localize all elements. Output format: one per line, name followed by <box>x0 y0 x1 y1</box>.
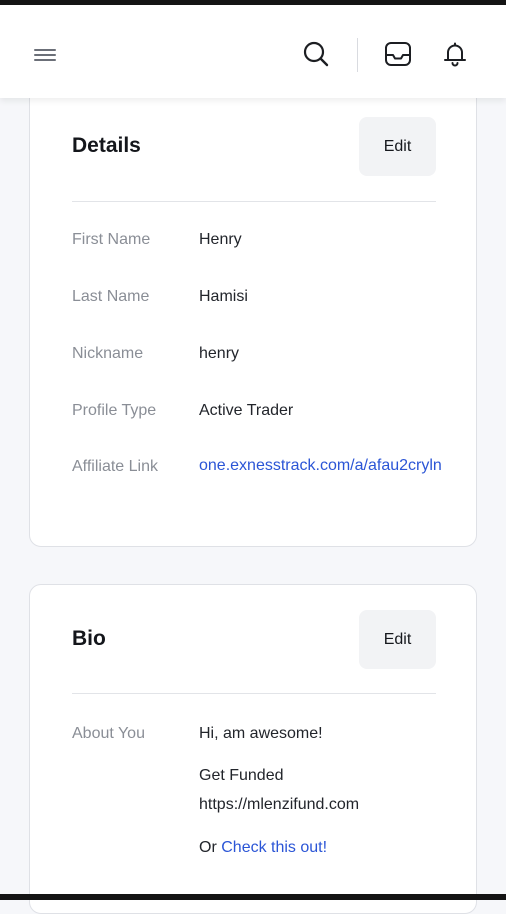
inbox-icon[interactable] <box>383 39 413 69</box>
app-header <box>0 5 506 98</box>
bio-card: Bio Edit About You Hi, am awesome! Get F… <box>29 584 477 914</box>
profile-type-value: Active Trader <box>199 402 294 419</box>
bio-line-1: Hi, am awesome! <box>199 725 323 742</box>
bell-icon[interactable] <box>440 39 470 69</box>
top-edge-bar <box>0 0 506 5</box>
bottom-edge-bar <box>0 894 506 900</box>
bio-title: Bio <box>72 627 106 650</box>
check-this-out-link[interactable]: Check this out! <box>221 839 327 856</box>
nickname-label: Nickname <box>72 345 144 362</box>
details-title: Details <box>72 134 141 157</box>
bio-funding-link[interactable]: https://mlenzifund.com <box>199 796 359 814</box>
bio-or-text: Or <box>199 839 217 856</box>
details-card: Details Edit First Name Henry Last Name … <box>29 60 477 547</box>
bio-line-3: Or Check this out! <box>199 839 327 857</box>
first-name-label: First Name <box>72 231 151 248</box>
about-you-label: About You <box>72 725 145 742</box>
affiliate-link[interactable]: one.exnesstrack.com/a/afau2cryln <box>199 451 442 480</box>
bio-edit-button[interactable]: Edit <box>359 610 436 669</box>
bio-divider <box>72 693 436 694</box>
bio-get-funded-text: Get Funded <box>199 767 284 784</box>
nickname-value: henry <box>199 345 240 362</box>
header-divider <box>357 38 358 72</box>
details-edit-button[interactable]: Edit <box>359 117 436 176</box>
first-name-value: Henry <box>199 231 242 248</box>
search-icon[interactable] <box>301 39 331 69</box>
profile-type-label: Profile Type <box>72 402 157 419</box>
hamburger-menu-icon[interactable] <box>34 48 58 62</box>
details-divider <box>72 201 436 202</box>
last-name-label: Last Name <box>72 288 150 305</box>
affiliate-link-label: Affiliate Link <box>72 458 158 475</box>
last-name-value: Hamisi <box>199 288 248 305</box>
